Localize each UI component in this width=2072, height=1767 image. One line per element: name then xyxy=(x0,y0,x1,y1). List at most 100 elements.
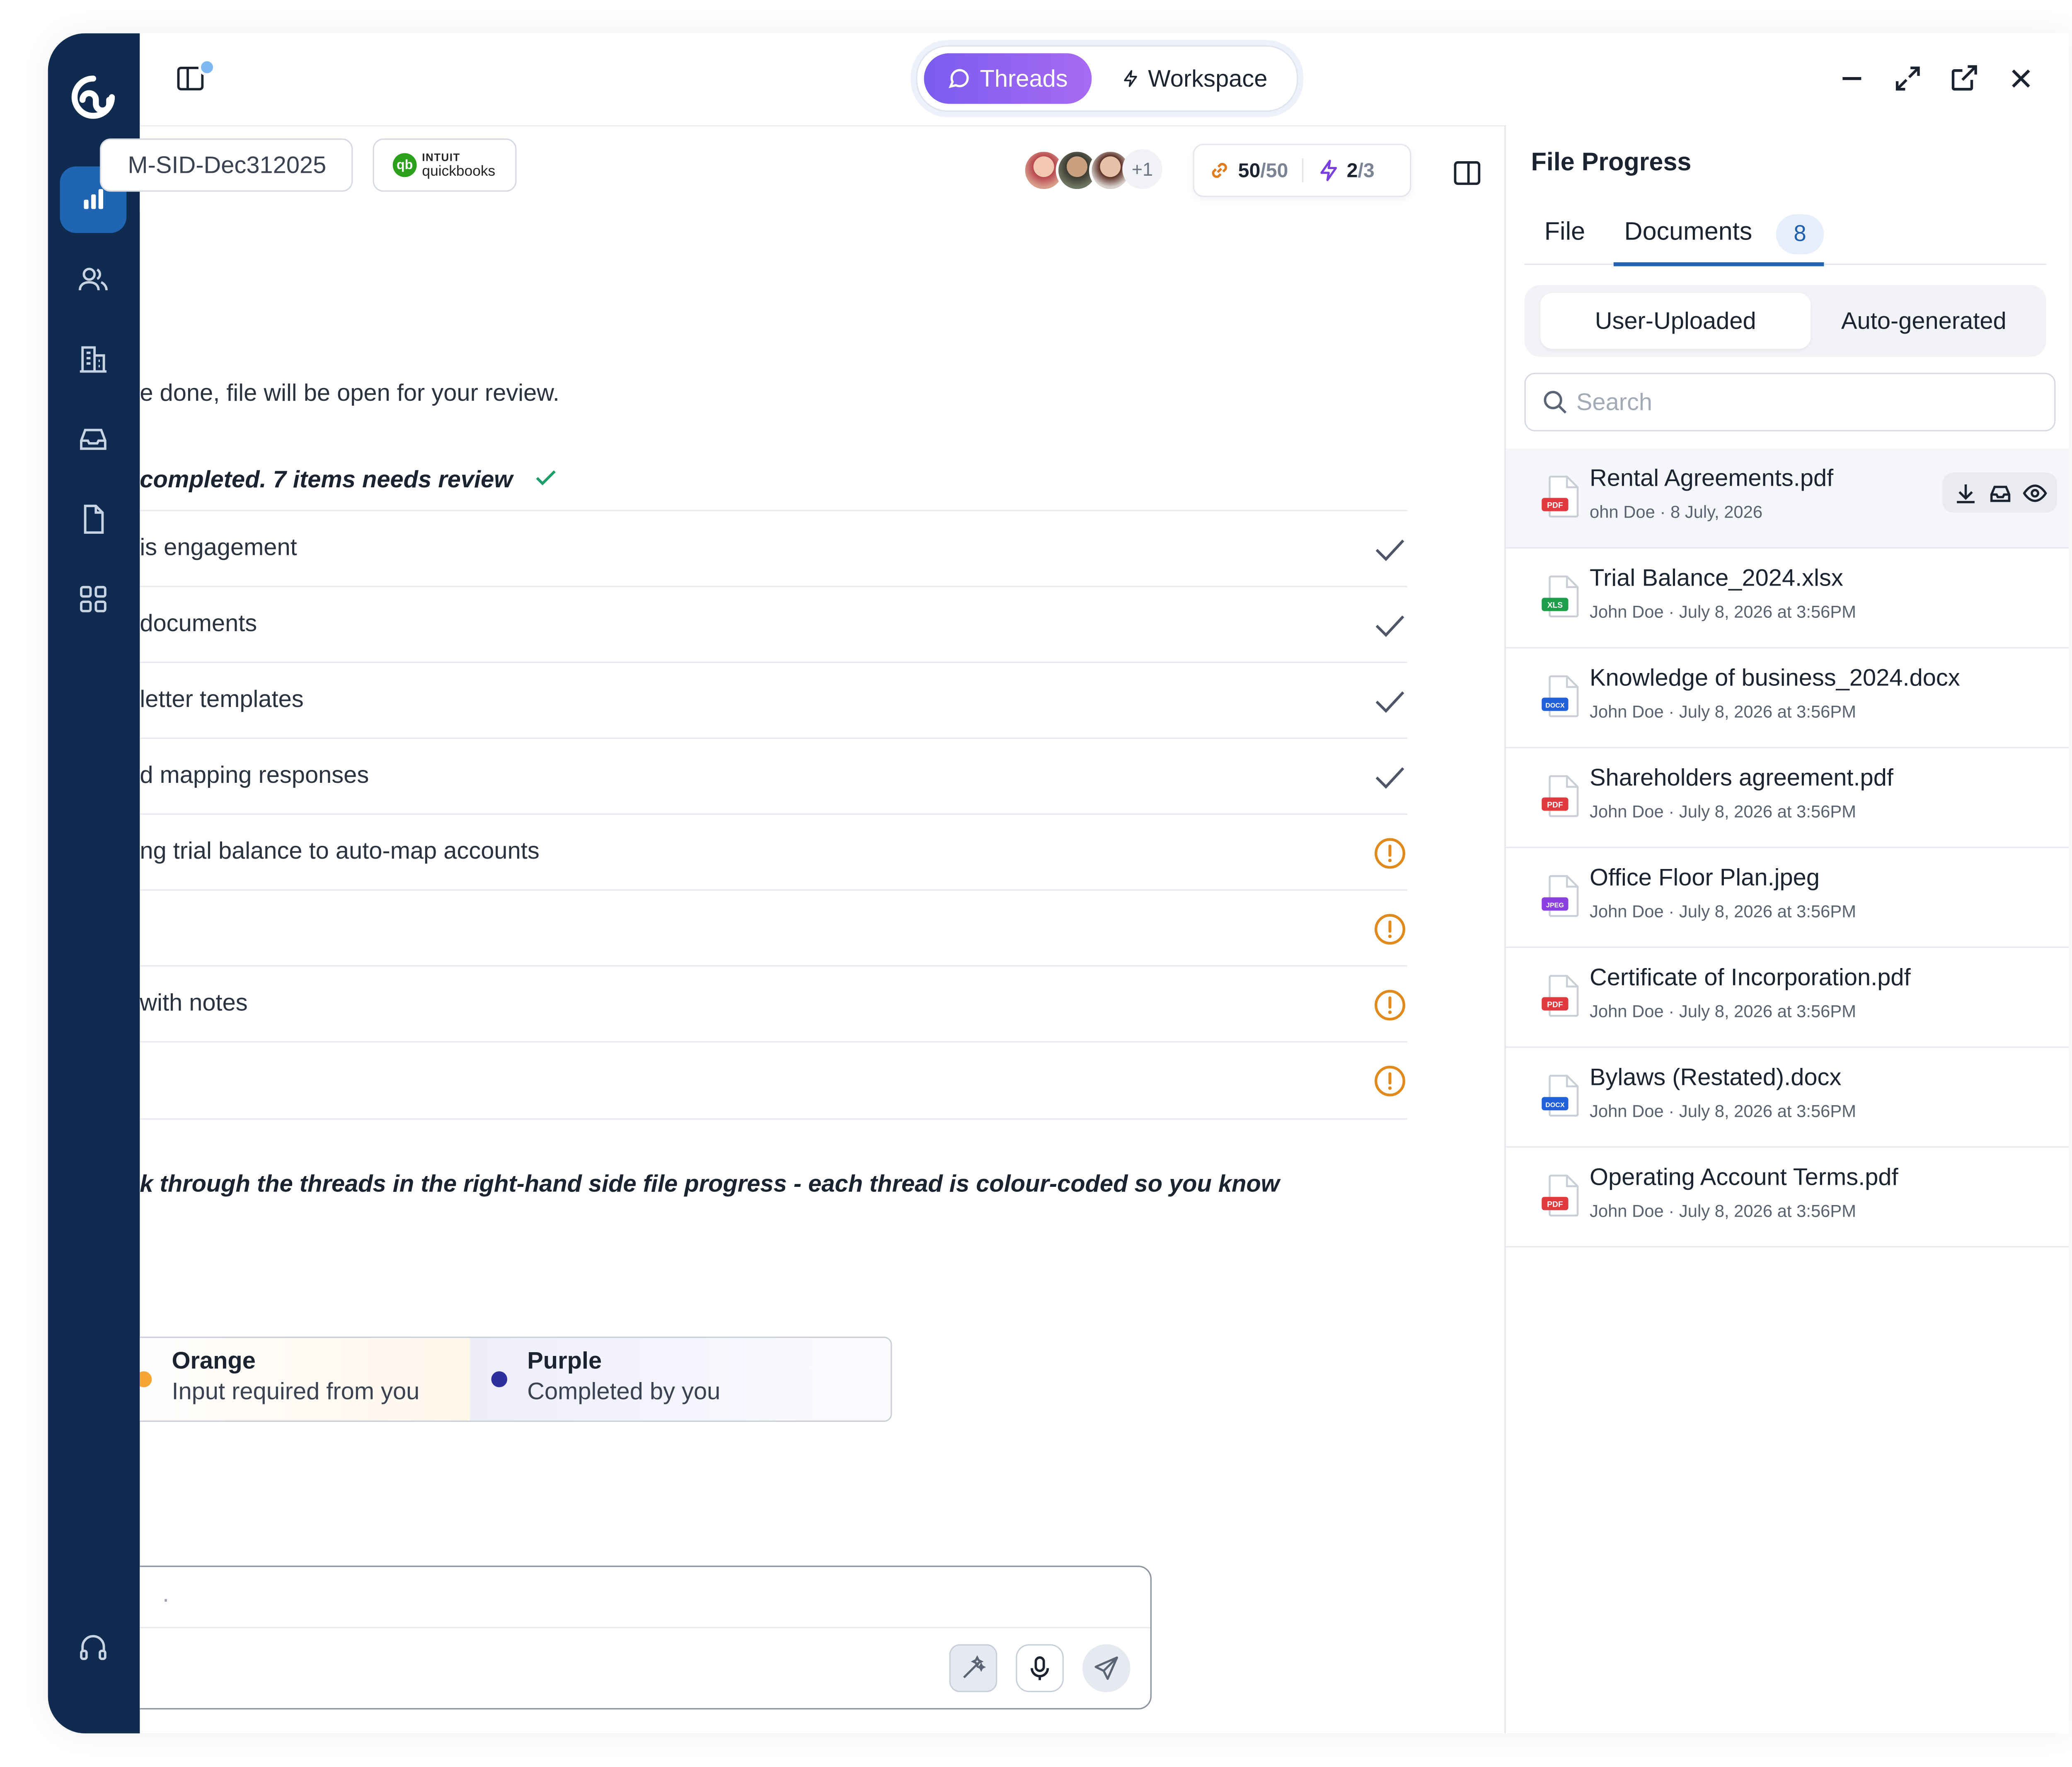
checklist-item[interactable] xyxy=(140,889,1407,965)
notification-dot xyxy=(198,58,216,76)
inbox-icon[interactable] xyxy=(1987,480,2012,505)
document-meta: John Doe · July 8, 2026 at 3:56PM xyxy=(1589,1201,1857,1221)
file-id-chip[interactable]: M-SID-Dec312025 xyxy=(99,138,353,192)
document-name: Trial Balance_2024.xlsx xyxy=(1589,564,1843,591)
threads-mode-label: Threads xyxy=(980,64,1068,92)
quickbooks-brand-name: quickbooks xyxy=(422,164,496,180)
quickbooks-logo-icon: qb xyxy=(392,153,417,177)
checklist-item-label: letter templates xyxy=(140,685,304,712)
links-count-value: 50 xyxy=(1238,159,1261,182)
inbox-icon xyxy=(80,428,107,450)
expand-icon[interactable] xyxy=(1892,63,1924,94)
file-toolbar: M-SID-Dec312025 qb INTUIT quickbooks +1 … xyxy=(99,125,1505,212)
link-icon xyxy=(1212,163,1227,178)
app-window: Threads Workspace M-SID-Dec312025 qb INT… xyxy=(48,33,2069,1733)
document-name: Operating Account Terms.pdf xyxy=(1589,1163,1898,1191)
document-search-input[interactable]: Search xyxy=(1524,373,2056,431)
document-row[interactable]: PDF Certificate of Incorporation.pdf John … xyxy=(1506,948,2069,1048)
tab-documents[interactable]: Documents xyxy=(1624,218,1752,248)
send-button[interactable] xyxy=(1082,1644,1130,1692)
quickbooks-chip[interactable]: qb INTUIT quickbooks xyxy=(373,138,517,192)
right-panel-toggle-icon[interactable] xyxy=(1452,158,1482,188)
document-name: Bylaws (Restated).docx xyxy=(1589,1063,1842,1091)
panel-tabs: File Documents 8 xyxy=(1524,208,2046,266)
top-bar: Threads Workspace xyxy=(140,33,2069,125)
user-uploaded-option[interactable]: User-Uploaded xyxy=(1540,293,1811,349)
color-legend: Orange Input required from you Purple Co… xyxy=(140,1336,892,1422)
document-meta: John Doe · July 8, 2026 at 3:56PM xyxy=(1589,901,1857,922)
checkmark-icon xyxy=(1375,767,1404,789)
document-row[interactable]: PDF Shareholders agreement.pdf John Doe · … xyxy=(1506,748,2069,848)
checklist-item[interactable]: is engagement xyxy=(140,510,1407,586)
minimize-icon[interactable] xyxy=(1836,63,1868,94)
document-row[interactable]: DOCX Bylaws (Restated).docx John Doe · Jul… xyxy=(1506,1048,2069,1148)
progress-counters[interactable]: 50/50 2/3 xyxy=(1193,143,1411,197)
nav-support[interactable] xyxy=(60,1614,127,1680)
auto-generated-option[interactable]: Auto-generated xyxy=(1811,293,2037,349)
nav-apps[interactable] xyxy=(60,566,127,632)
document-name: Office Floor Plan.jpeg xyxy=(1589,864,1820,891)
document-name: Knowledge of business_2024.docx xyxy=(1589,664,1960,691)
pdf-file-icon: PDF xyxy=(1542,475,1579,518)
tab-file[interactable]: File xyxy=(1544,218,1585,248)
panel-title: File Progress xyxy=(1531,149,1692,177)
nav-organizations[interactable] xyxy=(60,326,127,393)
message-input[interactable]: . xyxy=(140,1567,1150,1629)
avatars-more-count[interactable]: +1 xyxy=(1122,149,1162,189)
purple-dot-icon xyxy=(491,1371,508,1387)
document-meta: John Doe · July 8, 2026 at 3:56PM xyxy=(1589,702,1857,722)
ai-assist-button[interactable] xyxy=(949,1644,997,1692)
document-row[interactable]: PDF Operating Account Terms.pdf John Doe ·… xyxy=(1506,1147,2069,1248)
document-row[interactable]: JPEG Office Floor Plan.jpeg John Doe · Jul… xyxy=(1506,848,2069,948)
nav-users[interactable] xyxy=(60,246,127,313)
eye-icon[interactable] xyxy=(2021,480,2047,505)
checklist-item[interactable]: with notes xyxy=(140,965,1407,1041)
checklist-item-label: ng trial balance to auto-map accounts xyxy=(140,837,540,864)
checklist-item-label: with notes xyxy=(140,989,248,1016)
checklist-divider xyxy=(140,1118,1407,1120)
document-row[interactable]: XLS Trial Balance_2024.xlsx John Doe · Jul… xyxy=(1506,549,2069,649)
checklist-item-label: d mapping responses xyxy=(140,761,369,788)
grid-icon xyxy=(80,586,107,612)
quickbooks-brand-top: INTUIT xyxy=(422,152,460,164)
document-meta: John Doe · July 8, 2026 at 3:56PM xyxy=(1589,801,1857,822)
legend-orange: Orange Input required from you xyxy=(140,1338,470,1421)
checkmark-icon xyxy=(1375,540,1404,561)
checkmark-icon xyxy=(1375,615,1404,637)
document-meta: John Doe · July 8, 2026 at 3:56PM xyxy=(1589,602,1857,622)
legend-orange-desc: Input required from you xyxy=(172,1378,420,1405)
workspace-mode-label: Workspace xyxy=(1148,64,1268,92)
voice-input-button[interactable] xyxy=(1016,1644,1064,1692)
checklist-item[interactable]: documents xyxy=(140,586,1407,662)
file-progress-panel: File Progress File Documents 8 User-Uplo… xyxy=(1504,125,2069,1733)
download-icon[interactable] xyxy=(1952,480,1978,505)
file-type-label: PDF xyxy=(1547,1200,1563,1209)
document-row[interactable]: PDF Rental Agreements.pdf ohn Doe · 8 July… xyxy=(1506,448,2069,549)
file-type-label: PDF xyxy=(1547,1000,1563,1009)
xls-file-icon: XLS xyxy=(1542,575,1579,617)
legend-purple-name: Purple xyxy=(527,1347,602,1374)
brand-logo-icon[interactable] xyxy=(67,70,120,124)
nav-inbox[interactable] xyxy=(60,406,127,473)
document-name: Rental Agreements.pdf xyxy=(1589,465,1834,491)
document-icon xyxy=(84,504,104,534)
checklist-item[interactable]: letter templates xyxy=(140,661,1407,738)
open-external-icon[interactable] xyxy=(1948,63,1980,94)
nav-documents[interactable] xyxy=(60,486,127,553)
close-icon[interactable] xyxy=(2005,63,2037,94)
threads-mode-button[interactable]: Threads xyxy=(924,53,1092,104)
headset-icon xyxy=(80,1635,107,1660)
links-counter: 50/50 xyxy=(1194,158,1302,182)
collaborator-avatars[interactable]: +1 xyxy=(1022,149,1169,192)
workspace-mode-button[interactable]: Workspace xyxy=(1100,53,1289,104)
checklist-item[interactable]: d mapping responses xyxy=(140,737,1407,813)
checklist-item[interactable]: ng trial balance to auto-map accounts xyxy=(140,813,1407,889)
orange-dot-icon xyxy=(140,1371,152,1387)
file-type-label: PDF xyxy=(1547,501,1563,510)
docx-file-icon: DOCX xyxy=(1542,675,1579,717)
chat-bubble-icon xyxy=(949,69,969,88)
send-icon xyxy=(1094,1656,1118,1680)
document-row[interactable]: DOCX Knowledge of business_2024.docx John … xyxy=(1506,649,2069,748)
pdf-file-icon: PDF xyxy=(1542,775,1579,817)
checklist-item[interactable] xyxy=(140,1041,1407,1117)
